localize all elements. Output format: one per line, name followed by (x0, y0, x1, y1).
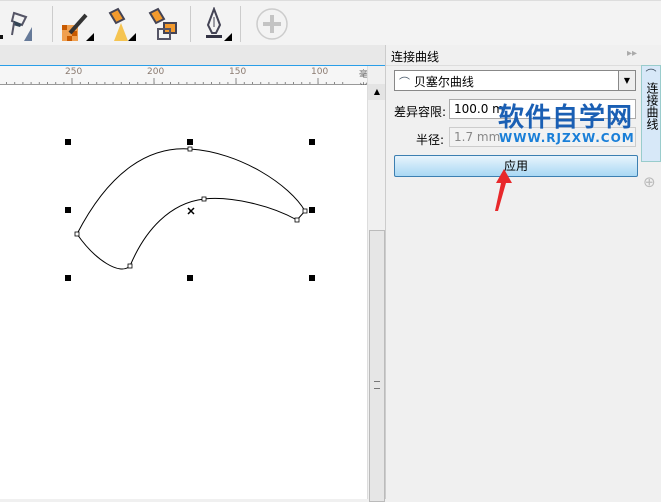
docker-tab-strip: ⌒ 连接曲线 ⊕ (641, 45, 661, 499)
watermark-title: 软件自学网 (498, 103, 634, 133)
ruler-minor-tick (71, 82, 73, 84)
curve-type-value: 贝塞尔曲线 (413, 75, 474, 89)
ruler-minor-tick (334, 82, 335, 84)
interactive-fill-icon[interactable] (0, 7, 40, 41)
curve-type-select[interactable]: ⌒ 贝塞尔曲线 ▼ (394, 70, 636, 91)
ruler-minor-tick (268, 82, 270, 84)
ruler-minor-tick (293, 82, 294, 84)
docker-title: 连接曲线 (391, 50, 440, 64)
watermark-url: WWW.RJZXW.COM (499, 131, 635, 145)
ruler-minor-tick (219, 82, 221, 84)
ruler-minor-tick (227, 82, 229, 84)
ruler-minor-tick (104, 82, 106, 84)
color-eyedropper-icon[interactable] (60, 7, 94, 41)
tab-label: 连接曲线 (645, 82, 659, 130)
ruler-minor-tick (211, 82, 212, 84)
ruler-minor-tick (284, 82, 286, 84)
add-icon[interactable] (255, 7, 288, 41)
ruler-minor-tick (55, 82, 57, 84)
pen-tool-icon[interactable] (198, 6, 232, 41)
ruler-minor-tick (317, 82, 319, 84)
toolbar (0, 0, 661, 46)
add-tab-icon[interactable]: ⊕ (643, 173, 656, 191)
drawing-canvas[interactable] (0, 85, 367, 499)
ruler-minor-tick (235, 82, 237, 84)
join-curves-docker: 连接曲线 ▸▸ ✕ ⌒ 贝塞尔曲线 ▼ 差异容限: 100.0 m 半径: 1.… (385, 45, 653, 499)
ruler-minor-tick (243, 82, 245, 84)
ruler-minor-tick (96, 82, 98, 84)
ruler-minor-tick (22, 82, 24, 84)
apply-button[interactable]: 应用 (394, 155, 638, 177)
radius-label: 半径: (416, 133, 445, 147)
ruler-minor-tick (252, 82, 253, 84)
expand-icon[interactable]: ▸▸ (627, 48, 637, 59)
ruler-minor-tick (194, 82, 196, 84)
ruler-minor-tick (342, 82, 344, 84)
attributes-eyedropper-icon[interactable] (146, 7, 178, 41)
ruler-minor-tick (276, 82, 278, 84)
chevron-down-icon[interactable]: ▼ (618, 71, 635, 90)
ruler-minor-tick (6, 82, 7, 84)
scroll-up-button[interactable]: ▲ (368, 84, 386, 100)
ruler-minor-tick (153, 82, 155, 84)
ruler-minor-tick (325, 82, 327, 84)
property-bar (0, 45, 385, 66)
ruler-minor-tick (178, 82, 180, 84)
bezier-icon: ⌒ (399, 76, 410, 89)
ruler-minor-tick (186, 82, 188, 84)
bezier-curve-shape[interactable] (0, 85, 367, 499)
ruler-minor-tick (145, 82, 147, 84)
ruler-minor-tick (47, 82, 48, 84)
tolerance-label: 差异容限: (394, 105, 447, 119)
horizontal-ruler: 250 200 150 100 毫米 (0, 66, 368, 93)
ruler-minor-tick (170, 82, 171, 84)
ruler-minor-tick (137, 82, 139, 84)
paintbucket-icon[interactable] (106, 7, 138, 41)
tab-join-curves[interactable]: ⌒ 连接曲线 (641, 65, 661, 162)
scrollbar-thumb[interactable] (369, 230, 385, 502)
ruler-minor-tick (260, 82, 262, 84)
ruler-minor-tick (301, 82, 303, 84)
ruler-minor-tick (30, 82, 32, 84)
ruler-minor-tick (120, 82, 122, 84)
ruler-minor-tick (309, 82, 311, 84)
ruler-minor-tick (129, 82, 130, 84)
vertical-scrollbar[interactable]: ▲ (367, 66, 386, 502)
ruler-minor-tick (79, 82, 81, 84)
ruler-minor-tick (38, 82, 40, 84)
ruler-minor-tick (202, 82, 204, 84)
ruler-minor-tick (63, 82, 65, 84)
ruler-minor-tick (14, 82, 16, 84)
ruler-minor-tick (88, 82, 89, 84)
red-arrow-annotation (495, 169, 512, 211)
ruler-minor-tick (112, 82, 114, 84)
ruler-minor-tick (161, 82, 163, 84)
